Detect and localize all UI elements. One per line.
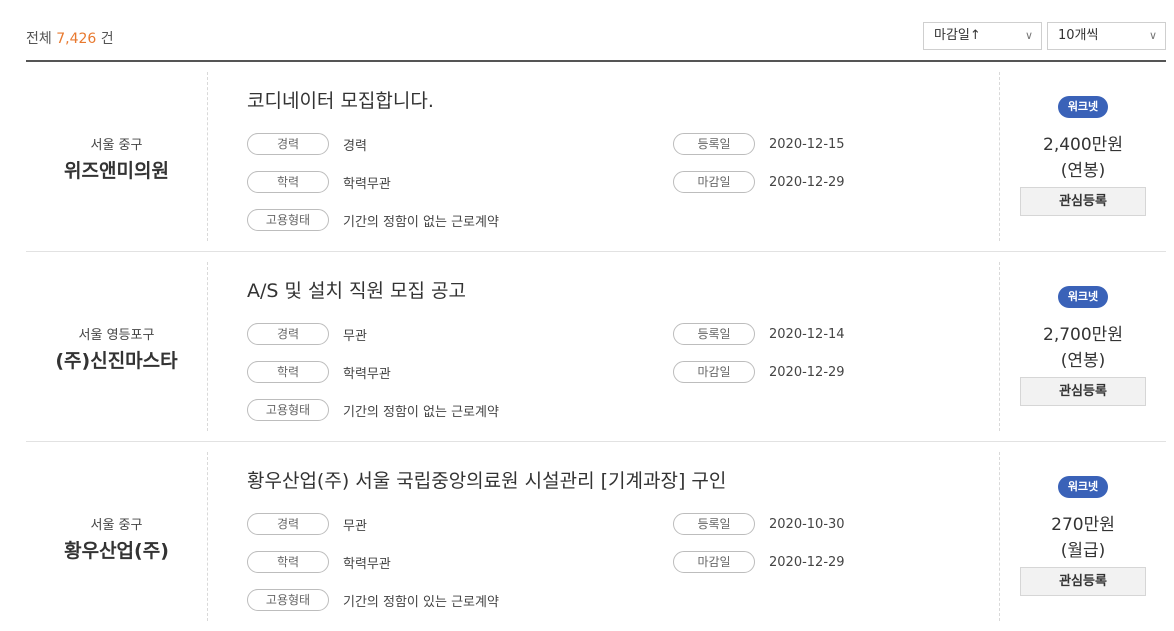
deadline-label: 마감일 [673,361,755,383]
total-suffix: 건 [100,31,114,47]
company-location: 서울 영등포구 [78,328,155,343]
company-location: 서울 중구 [90,518,143,533]
registered-field: 등록일 2020-12-14 [673,323,845,345]
add-favorite-button[interactable]: 관심등록 [1020,567,1146,596]
deadline-date: 2020-12-29 [769,364,845,380]
job-row: 서울 영등포구 (주)신진마스타 A/S 및 설치 직원 모집 공고 경력 무관 … [26,252,1166,442]
sort-select-value: 마감일↑ [934,28,981,43]
chevron-down-icon: ∨ [1024,29,1033,42]
job-title[interactable]: 황우산업(주) 서울 국립중앙의료원 시설관리 [기계과장] 구인 [247,466,726,493]
education-label: 학력 [247,361,329,383]
education-value: 학력무관 [343,366,391,382]
registered-field: 등록일 2020-12-15 [673,133,845,155]
deadline-label: 마감일 [673,171,755,193]
employment-value: 기간의 정함이 없는 근로계약 [343,404,499,420]
total-count: 전체 7,426 건 [26,28,114,48]
add-favorite-button[interactable]: 관심등록 [1020,377,1146,406]
salary-type: (월급) [1060,541,1106,561]
column-divider [207,262,208,431]
employment-value: 기간의 정함이 있는 근로계약 [343,594,499,610]
total-prefix: 전체 [26,31,52,47]
career-value: 경력 [343,138,367,154]
employment-field: 고용형태 기간의 정함이 있는 근로계약 [247,589,499,611]
salary-type: (연봉) [1060,351,1106,371]
education-value: 학력무관 [343,556,391,572]
career-value: 무관 [343,518,367,534]
registered-label: 등록일 [673,513,755,535]
education-label: 학력 [247,171,329,193]
company-name[interactable]: 위즈앤미의원 [26,156,207,183]
education-field: 학력 학력무관 [247,171,391,193]
company-name[interactable]: (주)신진마스타 [26,346,207,373]
source-badge: 워크넷 [1058,476,1108,498]
education-field: 학력 학력무관 [247,551,391,573]
registered-date: 2020-12-15 [769,136,845,152]
chevron-down-icon: ∨ [1148,29,1157,42]
salary-amount: 270만원 [1051,515,1115,535]
employment-label: 고용형태 [247,209,329,231]
job-row: 서울 중구 황우산업(주) 황우산업(주) 서울 국립중앙의료원 시설관리 [기… [26,442,1166,631]
deadline-field: 마감일 2020-12-29 [673,551,845,573]
career-field: 경력 무관 [247,513,367,535]
list-header: 전체 7,426 건 마감일↑ ∨ 10개씩 ∨ [0,0,1174,62]
employment-label: 고용형태 [247,399,329,421]
job-row: 서울 중구 위즈앤미의원 코디네이터 모집합니다. 경력 경력 학력 학력무관 고용… [26,62,1166,252]
source-badge: 워크넷 [1058,96,1108,118]
company-name[interactable]: 황우산업(주) [26,536,207,563]
career-label: 경력 [247,133,329,155]
registered-label: 등록일 [673,323,755,345]
salary-amount: 2,700만원 [1043,325,1123,345]
deadline-date: 2020-12-29 [769,174,845,190]
source-badge: 워크넷 [1058,286,1108,308]
sort-select[interactable]: 마감일↑ ∨ [923,22,1042,50]
job-list: 서울 중구 위즈앤미의원 코디네이터 모집합니다. 경력 경력 학력 학력무관 고용… [0,62,1174,631]
registered-label: 등록일 [673,133,755,155]
employment-label: 고용형태 [247,589,329,611]
company-location: 서울 중구 [90,138,143,153]
employment-value: 기간의 정함이 없는 근로계약 [343,214,499,230]
page-size-select[interactable]: 10개씩 ∨ [1047,22,1166,50]
career-label: 경력 [247,513,329,535]
company-cell: 서울 중구 위즈앤미의원 [26,62,207,251]
salary-cell: 워크넷 270만원 (월급) 관심등록 [1000,442,1166,631]
column-divider [207,72,208,241]
deadline-field: 마감일 2020-12-29 [673,171,845,193]
salary-cell: 워크넷 2,400만원 (연봉) 관심등록 [1000,62,1166,251]
page-size-select-value: 10개씩 [1058,28,1099,43]
deadline-label: 마감일 [673,551,755,573]
company-cell: 서울 중구 황우산업(주) [26,442,207,631]
salary-amount: 2,400만원 [1043,135,1123,155]
deadline-date: 2020-12-29 [769,554,845,570]
career-value: 무관 [343,328,367,344]
career-label: 경력 [247,323,329,345]
career-field: 경력 무관 [247,323,367,345]
column-divider [207,452,208,621]
job-title[interactable]: 코디네이터 모집합니다. [247,86,434,113]
employment-field: 고용형태 기간의 정함이 없는 근로계약 [247,209,499,231]
registered-field: 등록일 2020-10-30 [673,513,845,535]
registered-date: 2020-12-14 [769,326,845,342]
company-cell: 서울 영등포구 (주)신진마스타 [26,252,207,441]
employment-field: 고용형태 기간의 정함이 없는 근로계약 [247,399,499,421]
salary-cell: 워크넷 2,700만원 (연봉) 관심등록 [1000,252,1166,441]
job-title[interactable]: A/S 및 설치 직원 모집 공고 [247,276,466,303]
registered-date: 2020-10-30 [769,516,845,532]
total-number: 7,426 [56,31,97,47]
education-field: 학력 학력무관 [247,361,391,383]
career-field: 경력 경력 [247,133,367,155]
education-label: 학력 [247,551,329,573]
education-value: 학력무관 [343,176,391,192]
salary-type: (연봉) [1060,161,1106,181]
deadline-field: 마감일 2020-12-29 [673,361,845,383]
add-favorite-button[interactable]: 관심등록 [1020,187,1146,216]
